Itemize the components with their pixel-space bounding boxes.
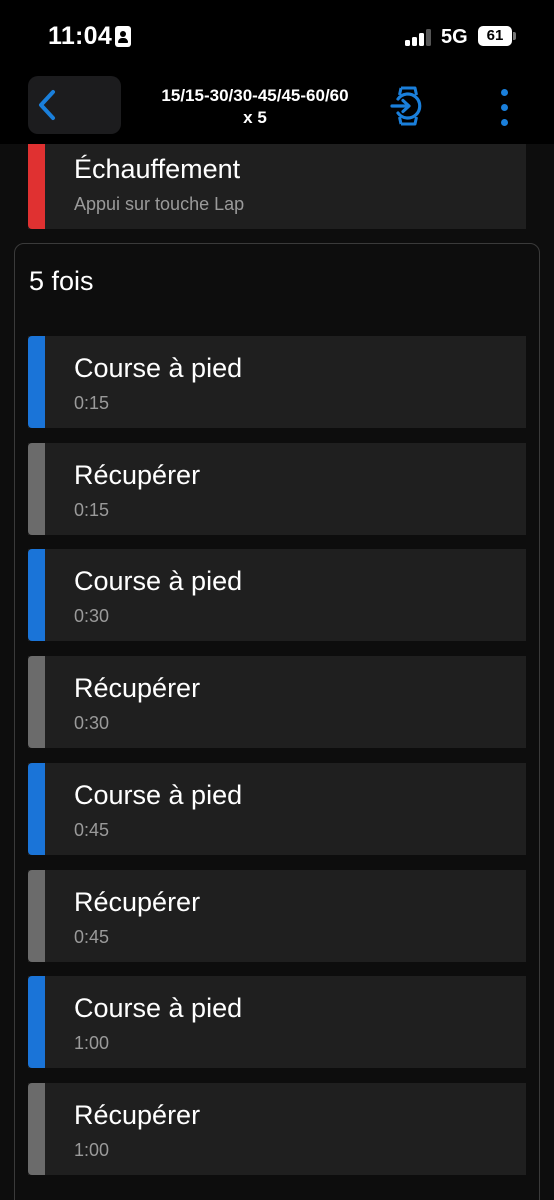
repeat-group: 5 fois Course à pied 0:15 Récupérer 0:15…	[14, 243, 540, 1200]
step-card[interactable]: Course à pied 1:00	[28, 976, 526, 1068]
step-duration: 0:15	[74, 393, 110, 413]
battery-icon: 61	[478, 26, 516, 46]
step-title: Course à pied	[74, 566, 243, 596]
step-card[interactable]: Course à pied 0:15	[28, 336, 526, 428]
contact-card-icon	[115, 26, 131, 47]
step-duration: 1:00	[74, 1033, 110, 1053]
step-color-bar	[28, 443, 45, 535]
workout-steps-list: Échauffement Appui sur touche Lap 5 fois…	[0, 144, 554, 1200]
battery-level: 61	[478, 26, 512, 46]
step-card[interactable]: Récupérer 0:15	[28, 443, 526, 535]
step-card[interactable]: Récupérer 0:45	[28, 870, 526, 962]
status-bar: 11:04 5G 61	[0, 0, 554, 72]
step-card[interactable]: Course à pied 0:45	[28, 763, 526, 855]
warmup-step-card[interactable]: Échauffement Appui sur touche Lap	[28, 144, 526, 229]
watch-sync-icon[interactable]	[390, 86, 426, 126]
step-subtitle: Appui sur touche Lap	[74, 194, 245, 214]
app-header: 15/15-30/30-45/45-60/60 x 5	[0, 72, 554, 144]
page-title-line2: x 5	[243, 108, 267, 127]
step-title: Course à pied	[74, 993, 243, 1023]
step-color-bar	[28, 656, 45, 748]
step-title: Récupérer	[74, 1100, 201, 1130]
more-vertical-icon[interactable]	[494, 89, 516, 127]
repeat-count-label: 5 fois	[29, 266, 94, 296]
step-color-bar	[28, 1083, 45, 1175]
step-title: Course à pied	[74, 780, 243, 810]
step-card[interactable]: Course à pied 0:30	[28, 549, 526, 641]
step-duration: 0:30	[74, 606, 110, 626]
step-color-bar	[28, 976, 45, 1068]
step-color-bar	[28, 763, 45, 855]
step-card[interactable]: Récupérer 0:30	[28, 656, 526, 748]
step-title: Récupérer	[74, 887, 201, 917]
step-duration: 0:15	[74, 500, 110, 520]
cellular-signal-icon	[405, 29, 433, 46]
step-duration: 1:00	[74, 1140, 110, 1160]
step-duration: 0:45	[74, 927, 110, 947]
page-title: 15/15-30/30-45/45-60/60 x 5	[124, 85, 386, 129]
step-color-bar	[28, 336, 45, 428]
step-title: Course à pied	[74, 353, 243, 383]
step-duration: 0:30	[74, 713, 110, 733]
step-color-bar	[28, 870, 45, 962]
network-type: 5G	[441, 26, 468, 48]
step-title: Récupérer	[74, 673, 201, 703]
step-duration: 0:45	[74, 820, 110, 840]
step-color-bar	[28, 144, 45, 229]
step-card[interactable]: Récupérer 1:00	[28, 1083, 526, 1175]
back-button[interactable]	[28, 76, 121, 134]
step-title: Échauffement	[74, 154, 241, 184]
status-time: 11:04	[48, 22, 113, 50]
page-title-line1: 15/15-30/30-45/45-60/60	[161, 86, 349, 105]
step-color-bar	[28, 549, 45, 641]
step-title: Récupérer	[74, 460, 201, 490]
chevron-left-icon	[39, 90, 55, 120]
